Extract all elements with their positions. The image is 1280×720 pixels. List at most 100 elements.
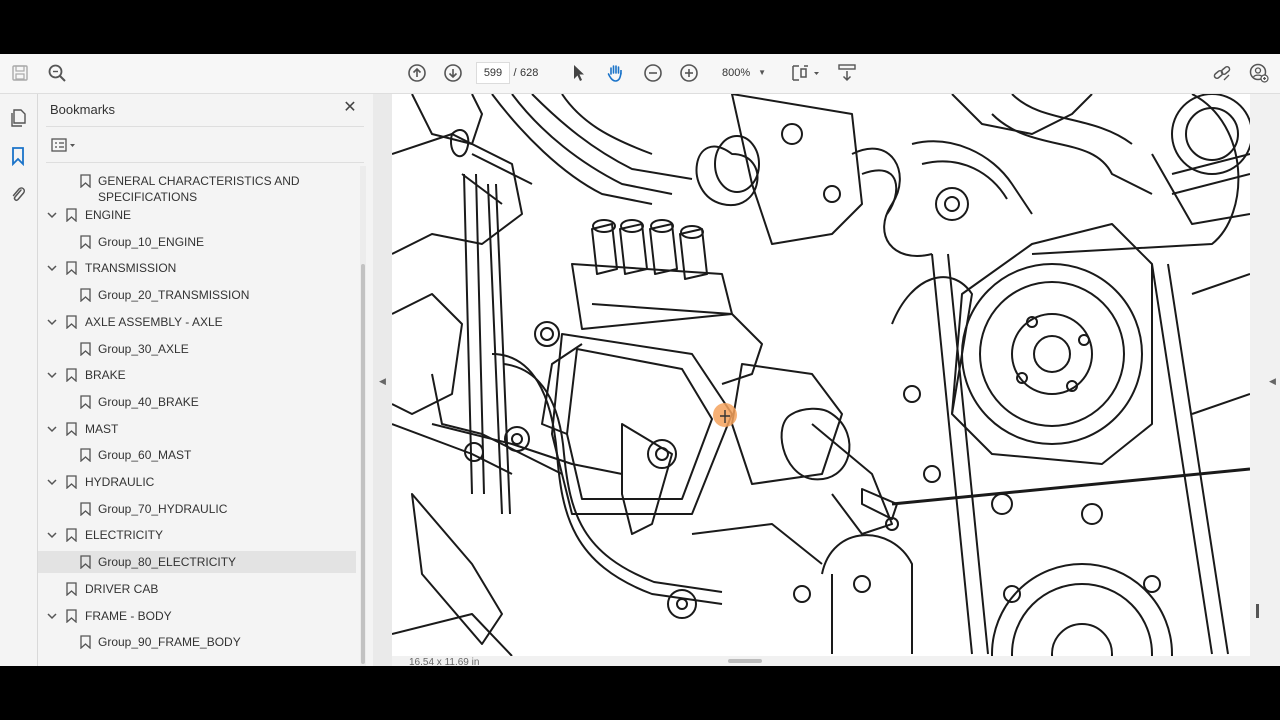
chevron-down-icon[interactable]: [46, 262, 58, 274]
bookmark-section[interactable]: TRANSMISSION: [38, 257, 356, 279]
bookmark-icon: [80, 395, 91, 410]
document-view[interactable]: [392, 94, 1250, 656]
chevron-down-icon[interactable]: [46, 369, 58, 381]
page-total: 628: [520, 67, 539, 79]
bookmark-label: Group_30_AXLE: [98, 341, 189, 356]
acrobat-window: 599 / 628 800% ▼ Bookmarks ✕ GENERAL CHA…: [0, 54, 1280, 666]
bookmark-icon: [66, 421, 77, 437]
bookmark-icon: [66, 528, 77, 543]
save-icon[interactable]: [10, 61, 30, 85]
bookmark-label: HYDRAULIC: [85, 475, 155, 489]
bookmark-icon: [80, 341, 91, 356]
bookmark-label: TRANSMISSION: [85, 261, 177, 276]
page-number-input[interactable]: 599: [476, 62, 510, 84]
bookmark-icon: [80, 235, 91, 250]
bookmark-section[interactable]: ELECTRICITY: [38, 524, 356, 546]
next-page-icon[interactable]: [442, 61, 464, 85]
divider: [46, 162, 364, 163]
bookmark-icon: [66, 608, 77, 623]
bookmark-item[interactable]: Group_10_ENGINE: [38, 231, 356, 253]
bookmarks-scrollbar[interactable]: [360, 166, 366, 666]
bookmark-label-line2: SPECIFICATIONS: [98, 190, 198, 204]
bookmark-item[interactable]: Group_90_FRAME_BODY: [38, 631, 356, 653]
panel-title: Bookmarks: [50, 102, 116, 117]
chevron-down-icon[interactable]: [46, 476, 58, 488]
account-icon[interactable]: [1248, 61, 1270, 85]
bookmarks-panel: Bookmarks ✕ GENERAL CHARACTERISTICS AND S…: [38, 94, 373, 666]
bookmark-label: Group_60_MAST: [98, 448, 192, 463]
bookmark-label: ELECTRICITY: [85, 528, 164, 543]
chevron-down-icon[interactable]: [46, 423, 58, 435]
bookmark-label: BRAKE: [85, 368, 126, 383]
bookmark-label: FRAME - BODY: [85, 608, 172, 623]
bookmark-label: Group_10_ENGINE: [98, 234, 205, 249]
share-link-icon[interactable]: [1211, 61, 1233, 85]
chevron-down-icon[interactable]: [46, 610, 58, 622]
collapse-arrow-icon[interactable]: ◀: [379, 376, 386, 387]
bookmark-section[interactable]: HYDRAULIC: [38, 471, 356, 493]
engine-line-drawing: [392, 94, 1250, 656]
right-pane-toggle[interactable]: ◀: [1250, 94, 1280, 666]
bookmark-icon: [66, 208, 77, 223]
panel-splitter[interactable]: ◀: [373, 94, 392, 666]
bookmark-label: AXLE ASSEMBLY - AXLE: [85, 314, 223, 329]
bookmark-icon: [80, 174, 91, 189]
page-size-label: 16.54 x 11.69 in: [409, 657, 480, 666]
scroll-indicator[interactable]: [1256, 604, 1259, 618]
bookmark-section[interactable]: DRIVER CAB: [38, 578, 356, 600]
bookmark-section[interactable]: ENGINE: [38, 204, 356, 226]
bookmark-panel-icon[interactable]: [8, 146, 28, 166]
navigation-rail: [0, 94, 38, 666]
select-cursor-icon[interactable]: [569, 61, 589, 85]
divider: [46, 126, 364, 127]
bookmark-label: Group_80_ELECTRICITY: [98, 555, 237, 570]
bookmark-icon: [66, 582, 77, 597]
bookmark-section[interactable]: MAST: [38, 418, 356, 440]
chevron-down-icon[interactable]: [46, 209, 58, 221]
status-bar: 16.54 x 11.69 in: [392, 656, 1250, 666]
zoom-dropdown[interactable]: 800% ▼: [714, 62, 770, 84]
chevron-down-icon[interactable]: [46, 529, 58, 541]
chevron-down-icon[interactable]: [46, 316, 58, 328]
bookmark-label: DRIVER CAB: [85, 581, 159, 596]
zoom-in-icon[interactable]: [678, 61, 700, 85]
horizontal-scrollbar-thumb[interactable]: [728, 659, 762, 663]
bookmark-item[interactable]: Group_70_HYDRAULIC: [38, 498, 356, 520]
bookmark-section[interactable]: AXLE ASSEMBLY - AXLE: [38, 311, 356, 333]
bookmark-icon: [66, 261, 77, 276]
close-icon[interactable]: ✕: [342, 100, 358, 116]
page-display-icon[interactable]: [790, 61, 820, 85]
prev-page-icon[interactable]: [406, 61, 428, 85]
bookmark-label: Group_40_BRAKE: [98, 394, 199, 409]
search-icon[interactable]: [46, 61, 68, 85]
bookmark-section[interactable]: FRAME - BODY: [38, 605, 356, 627]
bookmark-item[interactable]: Group_20_TRANSMISSION: [38, 284, 356, 306]
bookmark-label: MAST: [85, 421, 119, 436]
page-thumbnails-icon[interactable]: [8, 108, 28, 128]
bookmark-label: ENGINE: [85, 208, 132, 222]
bookmark-icon: [66, 475, 77, 490]
paperclip-icon[interactable]: [8, 184, 28, 204]
bookmark-label: Group_90_FRAME_BODY: [98, 635, 241, 650]
bookmark-icon: [80, 288, 91, 303]
bookmark-options-button[interactable]: [50, 136, 80, 154]
bookmark-icon: [66, 315, 77, 330]
expand-arrow-icon[interactable]: ◀: [1269, 376, 1276, 387]
bookmark-label: Group_70_HYDRAULIC: [98, 501, 228, 516]
hand-tool-icon[interactable]: [605, 61, 627, 85]
chevron-down-icon: ▼: [758, 68, 766, 77]
bookmark-section[interactable]: BRAKE: [38, 364, 356, 386]
bookmark-item[interactable]: Group_60_MAST: [38, 444, 356, 466]
bookmark-item[interactable]: Group_80_ELECTRICITY: [38, 551, 356, 574]
bookmark-icon: [80, 555, 91, 570]
bookmark-icon: [66, 368, 77, 383]
bookmark-item[interactable]: Group_40_BRAKE: [38, 391, 356, 413]
zoom-out-icon[interactable]: [642, 61, 664, 85]
bookmark-label: Group_20_TRANSMISSION: [98, 288, 250, 303]
bookmark-item[interactable]: GENERAL CHARACTERISTICS AND SPECIFICATION…: [38, 170, 356, 206]
bookmark-item[interactable]: Group_30_AXLE: [38, 338, 356, 360]
scroll-mode-icon[interactable]: [837, 61, 857, 85]
page-separator: /: [513, 67, 517, 79]
scrollbar-thumb[interactable]: [361, 264, 365, 664]
zoom-value: 800%: [722, 67, 751, 79]
